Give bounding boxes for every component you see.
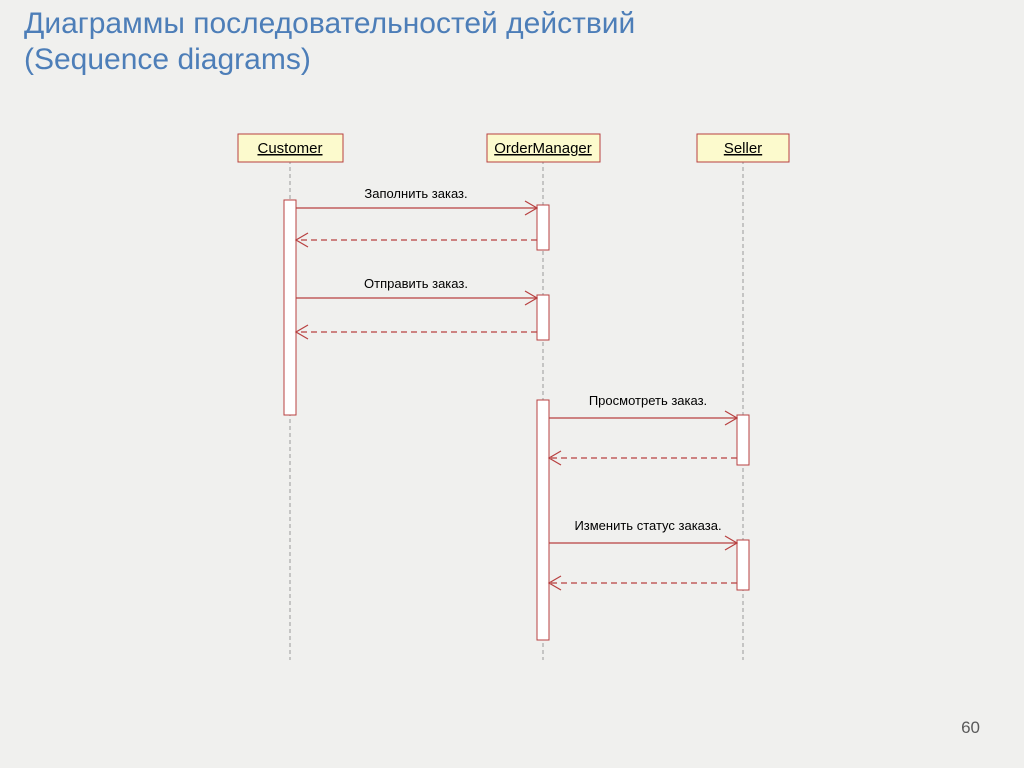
participant-customer: Customer xyxy=(238,134,343,162)
activation-customer xyxy=(284,200,296,415)
svg-text:Seller: Seller xyxy=(724,140,762,157)
activation-ordermanager-1 xyxy=(537,205,549,250)
svg-text:Заполнить заказ.: Заполнить заказ. xyxy=(364,186,467,201)
activation-ordermanager-2 xyxy=(537,295,549,340)
svg-text:Изменить статус заказа.: Изменить статус заказа. xyxy=(574,518,721,533)
participant-ordermanager: OrderManager xyxy=(487,134,600,162)
page-number: 60 xyxy=(961,718,980,738)
sequence-diagram: Customer OrderManager Seller Заполнить з… xyxy=(0,0,1024,768)
svg-text:Отправить заказ.: Отправить заказ. xyxy=(364,276,468,291)
msg-view-order: Просмотреть заказ. xyxy=(549,393,737,465)
svg-text:OrderManager: OrderManager xyxy=(494,140,592,157)
activation-seller-2 xyxy=(737,540,749,590)
msg-send-order: Отправить заказ. xyxy=(296,276,537,339)
svg-text:Customer: Customer xyxy=(257,140,322,157)
activation-ordermanager-3 xyxy=(537,400,549,640)
activation-seller-1 xyxy=(737,415,749,465)
msg-change-status: Изменить статус заказа. xyxy=(549,518,737,590)
msg-fill-order: Заполнить заказ. xyxy=(296,186,537,247)
participant-seller: Seller xyxy=(697,134,789,162)
svg-text:Просмотреть заказ.: Просмотреть заказ. xyxy=(589,393,707,408)
